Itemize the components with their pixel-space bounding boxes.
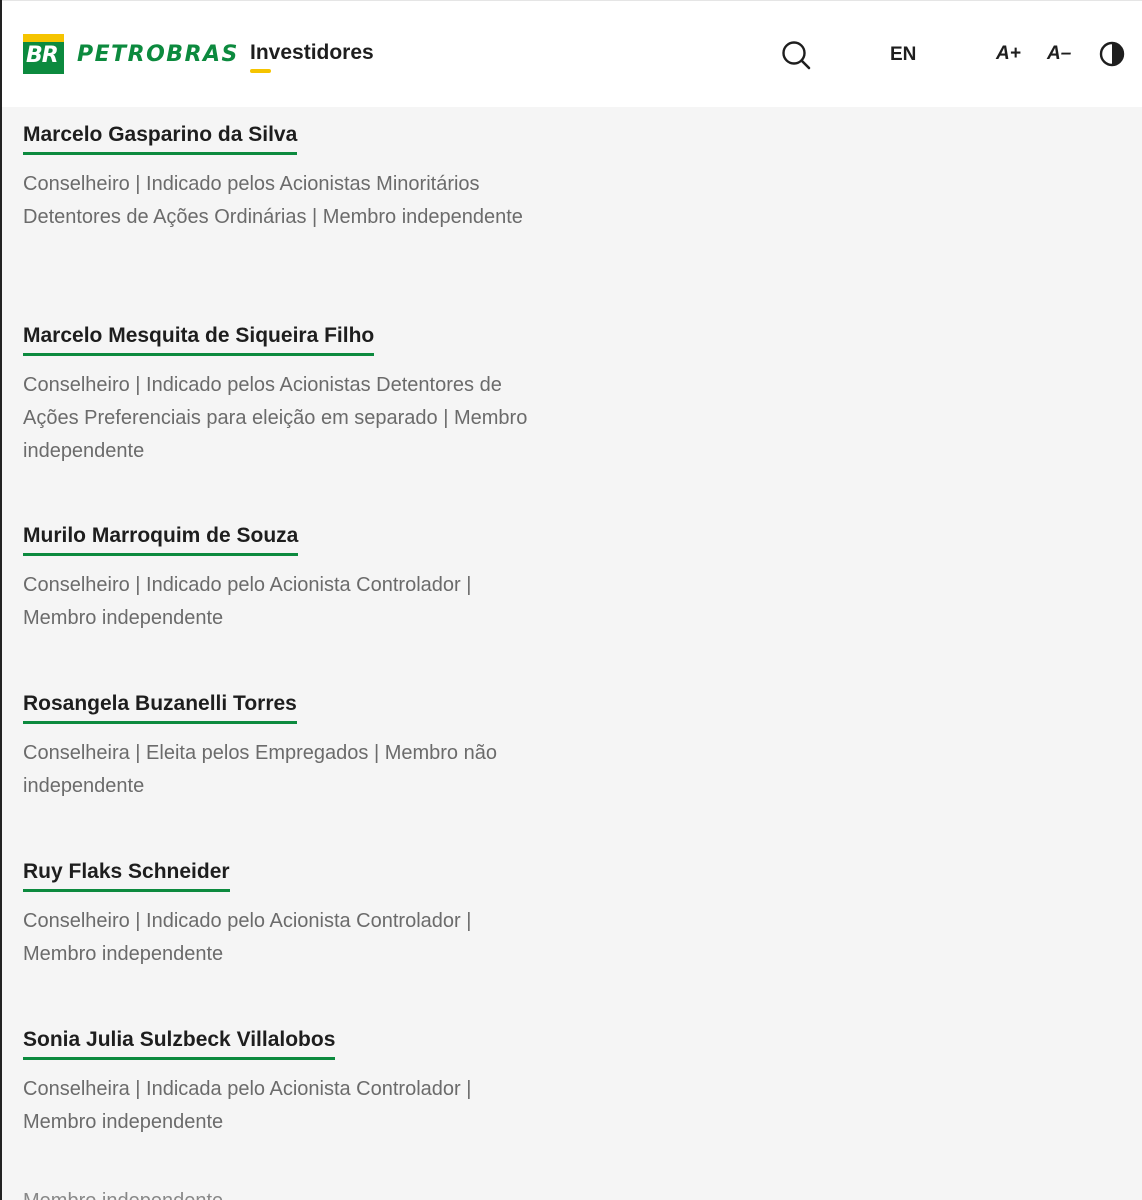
board-member: Sonia Julia Sulzbeck Villalobos Conselhe… [23, 1027, 543, 1139]
member-name[interactable]: Murilo Marroquim de Souza [23, 523, 299, 556]
board-member: Rosangela Buzanelli Torres Conselheira |… [23, 691, 543, 803]
board-member: Ruy Flaks Schneider Conselheiro | Indica… [23, 859, 543, 971]
member-name[interactable]: Marcelo Mesquita de Siqueira Filho [23, 323, 375, 356]
member-name[interactable]: Marcelo Gasparino da Silva [23, 122, 298, 155]
language-toggle[interactable]: EN [890, 44, 916, 66]
board-member: Marcelo Mesquita de Siqueira Filho Conse… [23, 323, 543, 468]
nav-investidores-link[interactable]: Investidores [250, 41, 374, 65]
member-role: Conselheira | Indicada pelo Acionista Co… [23, 1078, 472, 1133]
member-name[interactable]: Ruy Flaks Schneider [23, 859, 230, 892]
br-logo-icon: BR [23, 34, 64, 74]
search-icon[interactable] [781, 40, 811, 70]
board-member: Murilo Marroquim de Souza Conselheiro | … [23, 523, 543, 635]
increase-font-button[interactable]: A+ [996, 43, 1021, 65]
decrease-font-button[interactable]: A– [1047, 43, 1071, 65]
brand-name: PETROBRAS [77, 41, 239, 67]
member-role: Conselheiro | Indicado pelo Acionista Co… [23, 910, 472, 965]
member-name[interactable]: Rosangela Buzanelli Torres [23, 691, 297, 724]
member-role: Conselheiro | Indicado pelo Acionista Co… [23, 574, 472, 629]
member-role: Conselheira | Eleita pelos Empregados | … [23, 742, 497, 797]
board-member: Marcelo Gasparino da Silva Conselheiro |… [23, 122, 543, 234]
member-name[interactable]: Sonia Julia Sulzbeck Villalobos [23, 1027, 336, 1060]
member-role: Conselheiro | Indicado pelos Acionistas … [23, 374, 528, 462]
cutoff-text: Membro independente [23, 1190, 243, 1200]
member-role: Conselheiro | Indicado pelos Acionistas … [23, 173, 523, 228]
petrobras-logo[interactable]: BR PETROBRAS [23, 34, 239, 74]
contrast-icon[interactable] [1099, 41, 1125, 67]
nav-active-indicator [250, 69, 271, 73]
site-header: BR PETROBRAS Investidores EN A+ A– [2, 0, 1142, 107]
page-left-border [0, 0, 2, 1200]
